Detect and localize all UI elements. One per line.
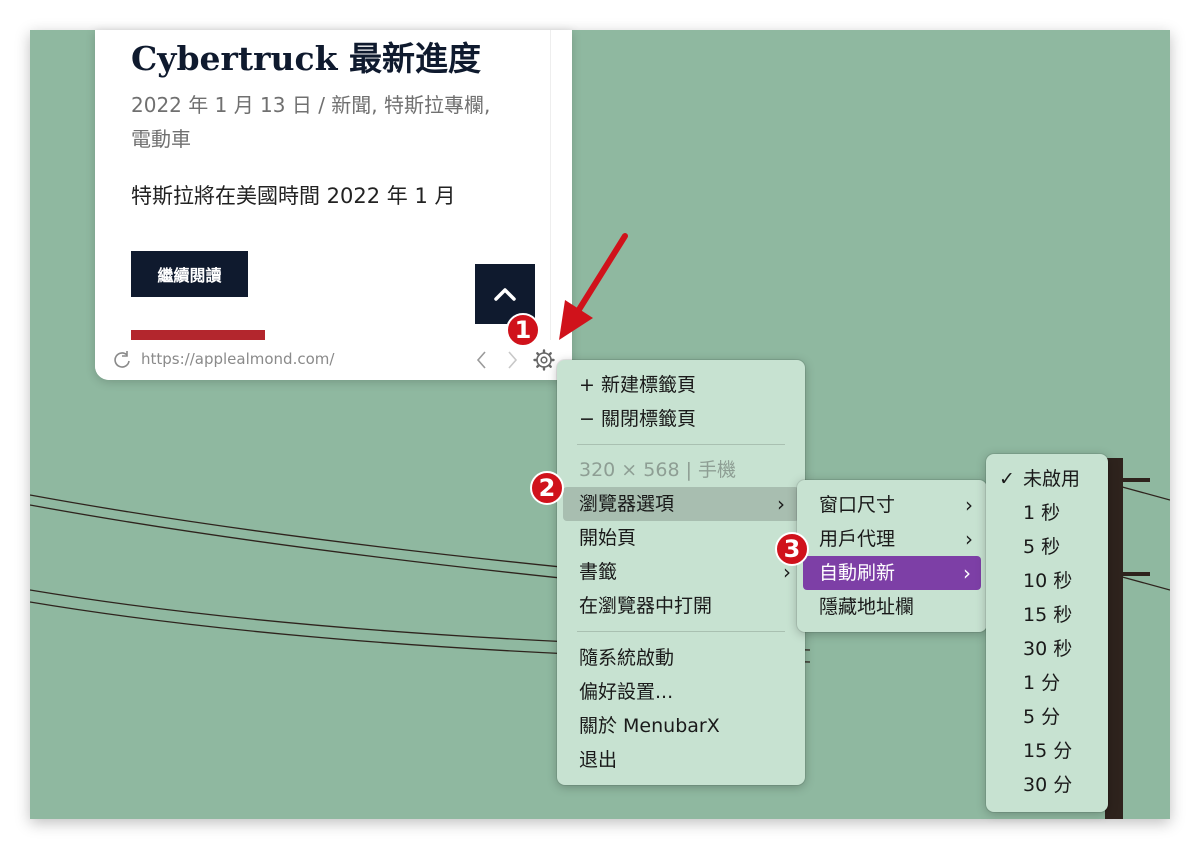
step-badge-3: 3: [775, 532, 809, 566]
menu-item-about[interactable]: 關於 MenubarX: [557, 709, 805, 743]
article-excerpt: 特斯拉將在美國時間 2022 年 1 月: [131, 184, 456, 208]
browser-options-submenu: 窗口尺寸 › 用戶代理 › 自動刷新 › 隱藏地址欄: [797, 480, 987, 632]
menu-item-quit[interactable]: 退出: [557, 743, 805, 777]
menu-item-preferences[interactable]: 偏好設置...: [557, 675, 805, 709]
menubarx-popover: Cybertruck 最新進度 2022 年 1 月 13 日 / 新聞, 特斯…: [95, 30, 572, 380]
menu-item-refresh-option[interactable]: 5 秒: [986, 530, 1108, 564]
menu-item-refresh-option[interactable]: 15 秒: [986, 598, 1108, 632]
menu-item-user-agent[interactable]: 用戶代理 ›: [797, 522, 987, 556]
menu-item-refresh-option[interactable]: 30 秒: [986, 632, 1108, 666]
menu-item-refresh-off[interactable]: ✓ 未啟用: [986, 462, 1108, 496]
address-bar: https://applealmond.com/: [95, 340, 572, 380]
menu-item-label: 自動刷新: [819, 562, 896, 584]
menu-item-new-tab[interactable]: + 新建標籤頁: [557, 368, 805, 402]
back-arrow-icon[interactable]: [475, 350, 489, 370]
menu-item-start-page[interactable]: 開始頁: [557, 521, 805, 555]
menu-item-label: 用戶代理: [819, 528, 896, 550]
menu-item-auto-refresh[interactable]: 自動刷新 ›: [803, 556, 981, 590]
menu-item-refresh-option[interactable]: 10 秒: [986, 564, 1108, 598]
step-badge-1: 1: [506, 313, 540, 347]
article-title[interactable]: Cybertruck 最新進度: [131, 32, 551, 80]
menu-item-bookmarks[interactable]: 書籤 ›: [557, 555, 805, 589]
menu-item-label: 書籤: [579, 561, 618, 583]
menu-item-window-size[interactable]: 窗口尺寸 ›: [797, 488, 987, 522]
menu-item-browser-options[interactable]: 瀏覽器選項 ›: [563, 487, 799, 521]
article-meta: 2022 年 1 月 13 日 / 新聞, 特斯拉專欄, 電動車: [131, 93, 491, 151]
menu-item-refresh-option[interactable]: 5 分: [986, 700, 1108, 734]
menu-item-size-info: 320 × 568 | 手機: [579, 459, 737, 481]
step-badge-2: 2: [530, 471, 564, 505]
read-more-button[interactable]: 繼續閱讀: [131, 251, 248, 297]
gear-icon[interactable]: [532, 348, 556, 372]
auto-refresh-submenu: ✓ 未啟用 1 秒 5 秒 10 秒 15 秒 30 秒 1 分 5 分 15 …: [986, 454, 1108, 812]
menu-item-refresh-option[interactable]: 1 秒: [986, 496, 1108, 530]
menu-item-hide-address-bar[interactable]: 隱藏地址欄: [797, 590, 987, 624]
menu-item-label: 未啟用: [1023, 468, 1081, 490]
web-page: Cybertruck 最新進度 2022 年 1 月 13 日 / 新聞, 特斯…: [95, 30, 551, 342]
menu-item-open-in-browser[interactable]: 在瀏覽器中打開: [557, 589, 805, 623]
settings-menu: + 新建標籤頁 − 關閉標籤頁 320 × 568 | 手機 瀏覽器選項 › 開…: [557, 360, 805, 785]
chevron-up-icon: [494, 288, 516, 301]
chevron-right-icon: ›: [777, 492, 785, 516]
menu-separator: [577, 631, 785, 632]
chevron-right-icon: ›: [965, 527, 973, 551]
menu-item-label: 瀏覽器選項: [579, 493, 675, 515]
menu-item-refresh-option[interactable]: 1 分: [986, 666, 1108, 700]
menu-item-launch-at-login[interactable]: 隨系統啟動: [557, 641, 805, 675]
chevron-right-icon: ›: [963, 561, 971, 585]
menu-separator: [577, 444, 785, 445]
menu-item-refresh-option[interactable]: 30 分: [986, 768, 1108, 802]
chevron-right-icon: ›: [965, 493, 973, 517]
forward-arrow-icon[interactable]: [505, 350, 519, 370]
checkmark-icon: ✓: [999, 468, 1015, 490]
menu-item-close-tab[interactable]: − 關閉標籤頁: [557, 402, 805, 436]
annotation-arrow-icon: [559, 233, 628, 340]
menu-item-label: 窗口尺寸: [819, 494, 896, 516]
menu-item-refresh-option[interactable]: 15 分: [986, 734, 1108, 768]
reload-icon[interactable]: [112, 350, 132, 370]
url-field[interactable]: https://applealmond.com/: [141, 350, 334, 368]
